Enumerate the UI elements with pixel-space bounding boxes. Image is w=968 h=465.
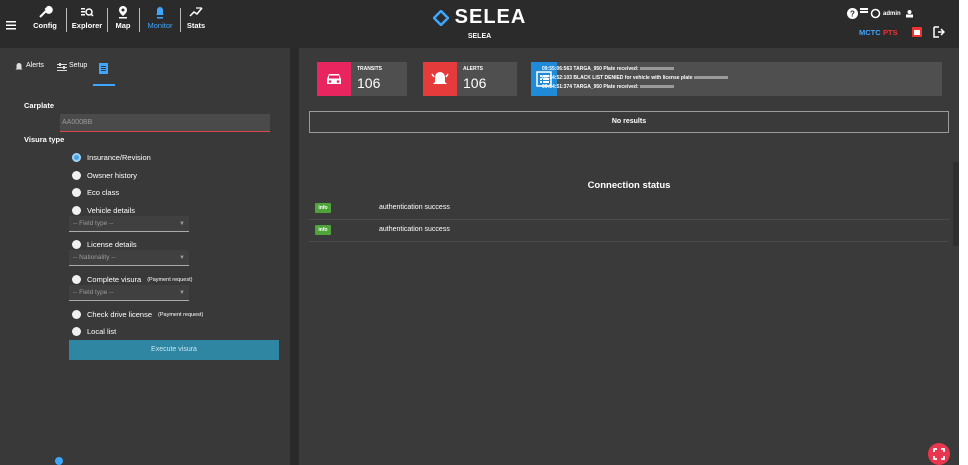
nationality-select[interactable]: -- Nationality -- ▼ xyxy=(69,250,189,266)
tab-list[interactable] xyxy=(93,60,115,86)
connection-row: info authentication success xyxy=(309,219,949,242)
redacted-plate xyxy=(693,76,728,80)
radio-local-list[interactable]: Local list xyxy=(72,327,116,336)
visura-type-label: Visura type xyxy=(24,135,65,144)
select-value: -- Field type -- xyxy=(73,220,114,227)
radio-complete-visura[interactable]: Complete visura (Payment request) xyxy=(72,275,192,284)
select-value: -- Field type -- xyxy=(73,289,114,296)
redacted-plate xyxy=(639,67,674,71)
alerts-count: 106 xyxy=(463,75,487,91)
app-window: Config Explorer Map Monitor Stats SELEA xyxy=(0,0,959,465)
tab-setup-label: Setup xyxy=(69,62,88,69)
connection-scrollbar[interactable] xyxy=(953,162,959,246)
vehicle-field-type-select[interactable]: -- Field type -- ▼ xyxy=(69,216,189,232)
transits-card[interactable]: TRANSITS 106 xyxy=(317,62,407,96)
mctc-label: MCTC xyxy=(859,28,881,37)
carplate-label: Carplate xyxy=(24,101,55,110)
info-badge: info xyxy=(315,225,331,235)
logout-icon[interactable] xyxy=(933,26,945,38)
radio-label: License details xyxy=(87,240,137,249)
radio-indicator xyxy=(72,171,81,180)
radio-label: Owsner history xyxy=(87,171,138,180)
brand: SELEA SELEA xyxy=(0,6,959,40)
execute-visura-button[interactable]: Execute visura xyxy=(69,340,279,360)
log-line-text: 09:54:52:103 BLACK LIST DENIED for vehic… xyxy=(542,75,693,81)
chevron-down-icon: ▼ xyxy=(179,290,185,296)
log-line-text: 09:54:51:374 TARGA_950 Plate received: xyxy=(542,84,639,90)
connection-message: authentication success xyxy=(379,204,450,211)
chevron-down-icon: ▼ xyxy=(179,255,185,261)
radio-owner-history[interactable]: Owsner history xyxy=(72,171,137,180)
brand-subtitle: SELEA xyxy=(467,32,492,40)
alarm-bell-icon xyxy=(431,72,449,84)
radio-label: Local list xyxy=(87,327,117,336)
selea-logo-icon xyxy=(432,9,449,26)
refresh-icon[interactable] xyxy=(870,8,881,19)
radio-label: Eco class xyxy=(87,188,120,197)
keyboard-icon[interactable] xyxy=(860,8,868,14)
footer-status-dot xyxy=(55,457,63,465)
radio-label: Check drive license xyxy=(87,310,153,319)
alerts-title: ALERTS xyxy=(463,66,483,72)
user-name[interactable]: admin xyxy=(883,11,901,17)
list-document-icon xyxy=(99,63,108,74)
connection-status-title: Connection status xyxy=(587,180,671,191)
fullscreen-button[interactable] xyxy=(928,443,950,465)
radio-label: Insurance/Revision xyxy=(87,153,151,162)
radio-selected-indicator xyxy=(72,153,81,162)
tab-alerts-label: Alerts xyxy=(26,62,44,69)
log-line: 09:55:06:563 TARGA_950 Plate received: xyxy=(542,66,674,72)
alerts-bell-icon xyxy=(15,63,23,70)
panel-divider[interactable] xyxy=(290,48,299,465)
transits-count: 106 xyxy=(357,75,381,91)
radio-label: Vehicle details xyxy=(87,206,135,215)
car-icon xyxy=(327,74,341,84)
radio-license-details[interactable]: License details xyxy=(72,240,137,249)
radio-check-drive-license[interactable]: Check drive license (Payment request) xyxy=(72,310,203,319)
info-badge: info xyxy=(315,203,331,213)
radio-indicator xyxy=(72,206,81,215)
radio-indicator xyxy=(72,275,81,284)
transits-icon-box xyxy=(317,62,351,96)
complete-field-type-select[interactable]: -- Field type -- ▼ xyxy=(69,285,189,301)
radio-vehicle-details[interactable]: Vehicle details xyxy=(72,206,135,215)
log-line: 09:54:51:374 TARGA_950 Plate received: xyxy=(542,84,674,90)
plate-code-label: PTS xyxy=(883,28,898,37)
carplate-input[interactable]: AA000BB xyxy=(60,114,270,132)
log-line: 09:54:52:103 BLACK LIST DENIED for vehic… xyxy=(542,75,728,81)
chevron-down-icon: ▼ xyxy=(179,221,185,227)
results-box: No results xyxy=(309,111,949,133)
payment-request-note: (Payment request) xyxy=(158,311,204,318)
radio-label: Complete visura xyxy=(87,275,142,284)
radio-indicator xyxy=(72,188,81,197)
connection-message: authentication success xyxy=(379,226,450,233)
calendar-icon[interactable] xyxy=(911,26,923,38)
payment-request-note: (Payment request) xyxy=(147,276,193,283)
top-right-controls: ? admin MCTC PTS xyxy=(843,8,953,44)
log-line-text: 09:55:06:563 TARGA_950 Plate received: xyxy=(542,66,639,72)
alerts-icon-box xyxy=(423,62,457,96)
redacted-plate xyxy=(639,85,674,89)
radio-indicator xyxy=(72,310,81,319)
svg-text:?: ? xyxy=(850,10,855,19)
radio-eco-class[interactable]: Eco class xyxy=(72,188,119,197)
connection-row: info authentication success xyxy=(309,197,949,220)
alerts-card[interactable]: ALERTS 106 xyxy=(423,62,517,96)
radio-indicator xyxy=(72,240,81,249)
tab-alerts[interactable]: Alerts xyxy=(14,62,44,72)
transits-title: TRANSITS xyxy=(357,66,382,72)
tab-setup[interactable]: Setup xyxy=(57,62,87,72)
setup-sliders-icon xyxy=(57,63,67,71)
top-navbar: Config Explorer Map Monitor Stats SELEA xyxy=(0,0,959,48)
help-icon[interactable]: ? xyxy=(847,8,858,19)
radio-indicator xyxy=(72,327,81,336)
user-gear-icon[interactable] xyxy=(905,9,914,18)
select-value: -- Nationality -- xyxy=(73,254,116,261)
radio-insurance-revision[interactable]: Insurance/Revision xyxy=(72,153,151,162)
brand-logo-text: SELEA xyxy=(454,6,527,28)
fullscreen-icon xyxy=(933,448,945,460)
